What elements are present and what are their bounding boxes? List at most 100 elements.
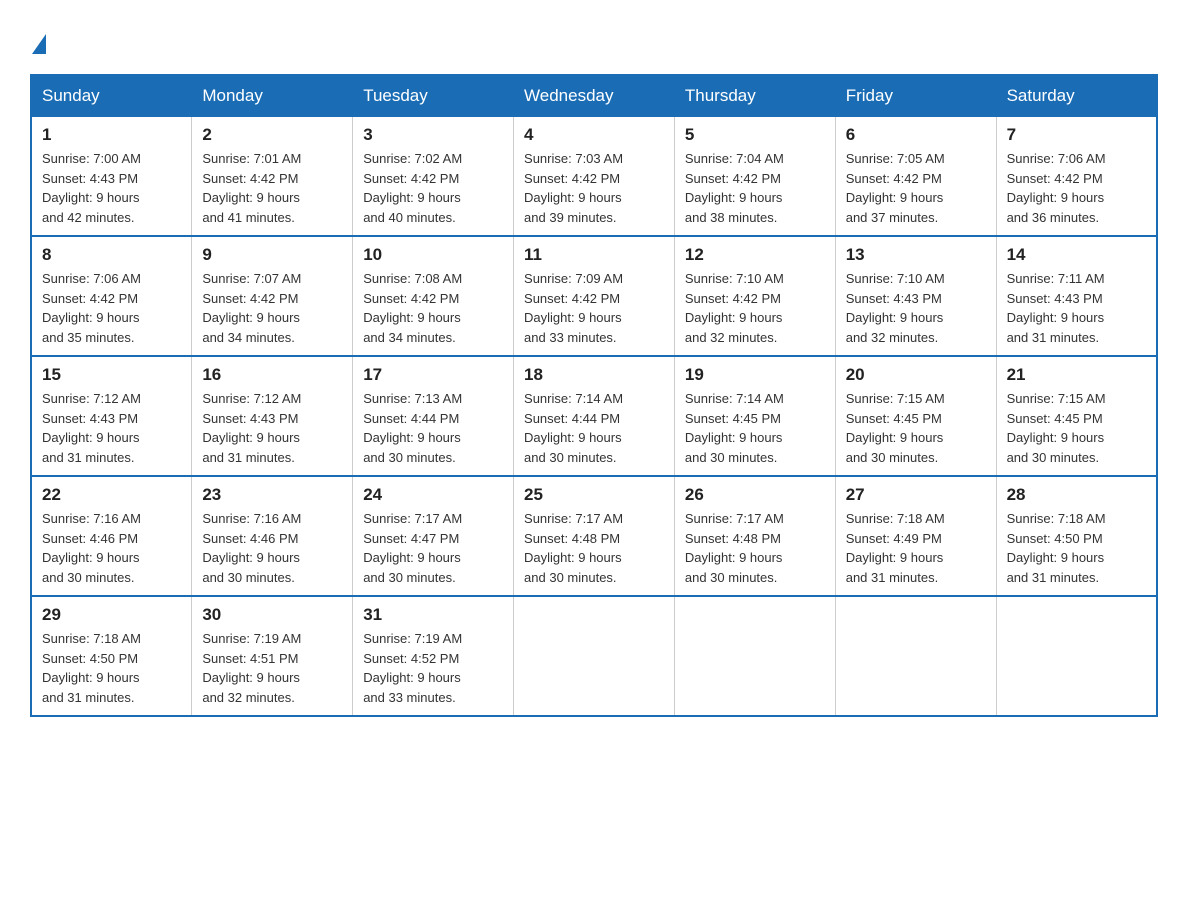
day-number: 21 [1007,365,1146,385]
day-number: 17 [363,365,503,385]
weekday-header-wednesday: Wednesday [514,75,675,117]
calendar-cell: 17 Sunrise: 7:13 AM Sunset: 4:44 PM Dayl… [353,356,514,476]
day-info: Sunrise: 7:06 AM Sunset: 4:42 PM Dayligh… [42,269,181,347]
calendar-cell: 23 Sunrise: 7:16 AM Sunset: 4:46 PM Dayl… [192,476,353,596]
calendar-cell: 11 Sunrise: 7:09 AM Sunset: 4:42 PM Dayl… [514,236,675,356]
day-info: Sunrise: 7:10 AM Sunset: 4:42 PM Dayligh… [685,269,825,347]
calendar-cell: 4 Sunrise: 7:03 AM Sunset: 4:42 PM Dayli… [514,117,675,237]
day-info: Sunrise: 7:14 AM Sunset: 4:44 PM Dayligh… [524,389,664,467]
day-info: Sunrise: 7:01 AM Sunset: 4:42 PM Dayligh… [202,149,342,227]
day-info: Sunrise: 7:13 AM Sunset: 4:44 PM Dayligh… [363,389,503,467]
page-header [30,30,1158,54]
day-number: 25 [524,485,664,505]
day-info: Sunrise: 7:05 AM Sunset: 4:42 PM Dayligh… [846,149,986,227]
calendar-cell [835,596,996,716]
day-number: 18 [524,365,664,385]
weekday-header-thursday: Thursday [674,75,835,117]
day-info: Sunrise: 7:00 AM Sunset: 4:43 PM Dayligh… [42,149,181,227]
calendar-cell: 13 Sunrise: 7:10 AM Sunset: 4:43 PM Dayl… [835,236,996,356]
calendar-cell [674,596,835,716]
day-info: Sunrise: 7:04 AM Sunset: 4:42 PM Dayligh… [685,149,825,227]
calendar-cell: 15 Sunrise: 7:12 AM Sunset: 4:43 PM Dayl… [31,356,192,476]
calendar-cell: 18 Sunrise: 7:14 AM Sunset: 4:44 PM Dayl… [514,356,675,476]
day-info: Sunrise: 7:19 AM Sunset: 4:51 PM Dayligh… [202,629,342,707]
day-info: Sunrise: 7:18 AM Sunset: 4:49 PM Dayligh… [846,509,986,587]
calendar-cell: 31 Sunrise: 7:19 AM Sunset: 4:52 PM Dayl… [353,596,514,716]
day-number: 28 [1007,485,1146,505]
day-number: 12 [685,245,825,265]
logo [30,30,46,54]
calendar-cell: 3 Sunrise: 7:02 AM Sunset: 4:42 PM Dayli… [353,117,514,237]
day-info: Sunrise: 7:15 AM Sunset: 4:45 PM Dayligh… [1007,389,1146,467]
day-info: Sunrise: 7:15 AM Sunset: 4:45 PM Dayligh… [846,389,986,467]
day-number: 14 [1007,245,1146,265]
calendar-cell: 27 Sunrise: 7:18 AM Sunset: 4:49 PM Dayl… [835,476,996,596]
day-number: 5 [685,125,825,145]
day-number: 22 [42,485,181,505]
calendar-cell: 25 Sunrise: 7:17 AM Sunset: 4:48 PM Dayl… [514,476,675,596]
day-number: 19 [685,365,825,385]
day-info: Sunrise: 7:02 AM Sunset: 4:42 PM Dayligh… [363,149,503,227]
calendar-cell: 19 Sunrise: 7:14 AM Sunset: 4:45 PM Dayl… [674,356,835,476]
day-number: 1 [42,125,181,145]
weekday-header-friday: Friday [835,75,996,117]
weekday-header-saturday: Saturday [996,75,1157,117]
day-number: 7 [1007,125,1146,145]
day-info: Sunrise: 7:18 AM Sunset: 4:50 PM Dayligh… [42,629,181,707]
day-info: Sunrise: 7:18 AM Sunset: 4:50 PM Dayligh… [1007,509,1146,587]
day-number: 31 [363,605,503,625]
week-row-3: 15 Sunrise: 7:12 AM Sunset: 4:43 PM Dayl… [31,356,1157,476]
day-info: Sunrise: 7:16 AM Sunset: 4:46 PM Dayligh… [42,509,181,587]
calendar-cell: 26 Sunrise: 7:17 AM Sunset: 4:48 PM Dayl… [674,476,835,596]
day-number: 30 [202,605,342,625]
calendar-cell: 12 Sunrise: 7:10 AM Sunset: 4:42 PM Dayl… [674,236,835,356]
calendar-table: SundayMondayTuesdayWednesdayThursdayFrid… [30,74,1158,717]
calendar-cell: 24 Sunrise: 7:17 AM Sunset: 4:47 PM Dayl… [353,476,514,596]
day-number: 29 [42,605,181,625]
week-row-4: 22 Sunrise: 7:16 AM Sunset: 4:46 PM Dayl… [31,476,1157,596]
calendar-cell: 29 Sunrise: 7:18 AM Sunset: 4:50 PM Dayl… [31,596,192,716]
calendar-cell: 14 Sunrise: 7:11 AM Sunset: 4:43 PM Dayl… [996,236,1157,356]
day-number: 3 [363,125,503,145]
day-number: 20 [846,365,986,385]
day-number: 2 [202,125,342,145]
weekday-header-sunday: Sunday [31,75,192,117]
day-info: Sunrise: 7:19 AM Sunset: 4:52 PM Dayligh… [363,629,503,707]
day-info: Sunrise: 7:08 AM Sunset: 4:42 PM Dayligh… [363,269,503,347]
week-row-2: 8 Sunrise: 7:06 AM Sunset: 4:42 PM Dayli… [31,236,1157,356]
day-info: Sunrise: 7:14 AM Sunset: 4:45 PM Dayligh… [685,389,825,467]
day-number: 9 [202,245,342,265]
day-info: Sunrise: 7:06 AM Sunset: 4:42 PM Dayligh… [1007,149,1146,227]
calendar-cell [514,596,675,716]
day-number: 23 [202,485,342,505]
day-number: 11 [524,245,664,265]
calendar-cell: 1 Sunrise: 7:00 AM Sunset: 4:43 PM Dayli… [31,117,192,237]
calendar-cell: 6 Sunrise: 7:05 AM Sunset: 4:42 PM Dayli… [835,117,996,237]
calendar-cell: 9 Sunrise: 7:07 AM Sunset: 4:42 PM Dayli… [192,236,353,356]
calendar-cell: 8 Sunrise: 7:06 AM Sunset: 4:42 PM Dayli… [31,236,192,356]
calendar-cell: 7 Sunrise: 7:06 AM Sunset: 4:42 PM Dayli… [996,117,1157,237]
week-row-1: 1 Sunrise: 7:00 AM Sunset: 4:43 PM Dayli… [31,117,1157,237]
weekday-header-tuesday: Tuesday [353,75,514,117]
day-info: Sunrise: 7:10 AM Sunset: 4:43 PM Dayligh… [846,269,986,347]
logo-arrow-icon [32,34,46,54]
calendar-cell: 28 Sunrise: 7:18 AM Sunset: 4:50 PM Dayl… [996,476,1157,596]
calendar-cell: 22 Sunrise: 7:16 AM Sunset: 4:46 PM Dayl… [31,476,192,596]
day-info: Sunrise: 7:12 AM Sunset: 4:43 PM Dayligh… [202,389,342,467]
calendar-cell: 20 Sunrise: 7:15 AM Sunset: 4:45 PM Dayl… [835,356,996,476]
calendar-cell: 21 Sunrise: 7:15 AM Sunset: 4:45 PM Dayl… [996,356,1157,476]
calendar-cell: 2 Sunrise: 7:01 AM Sunset: 4:42 PM Dayli… [192,117,353,237]
day-info: Sunrise: 7:03 AM Sunset: 4:42 PM Dayligh… [524,149,664,227]
day-number: 4 [524,125,664,145]
day-info: Sunrise: 7:16 AM Sunset: 4:46 PM Dayligh… [202,509,342,587]
weekday-header-row: SundayMondayTuesdayWednesdayThursdayFrid… [31,75,1157,117]
calendar-cell: 30 Sunrise: 7:19 AM Sunset: 4:51 PM Dayl… [192,596,353,716]
day-info: Sunrise: 7:11 AM Sunset: 4:43 PM Dayligh… [1007,269,1146,347]
weekday-header-monday: Monday [192,75,353,117]
day-info: Sunrise: 7:17 AM Sunset: 4:48 PM Dayligh… [685,509,825,587]
day-number: 8 [42,245,181,265]
day-number: 26 [685,485,825,505]
calendar-cell: 10 Sunrise: 7:08 AM Sunset: 4:42 PM Dayl… [353,236,514,356]
day-info: Sunrise: 7:17 AM Sunset: 4:47 PM Dayligh… [363,509,503,587]
day-info: Sunrise: 7:12 AM Sunset: 4:43 PM Dayligh… [42,389,181,467]
